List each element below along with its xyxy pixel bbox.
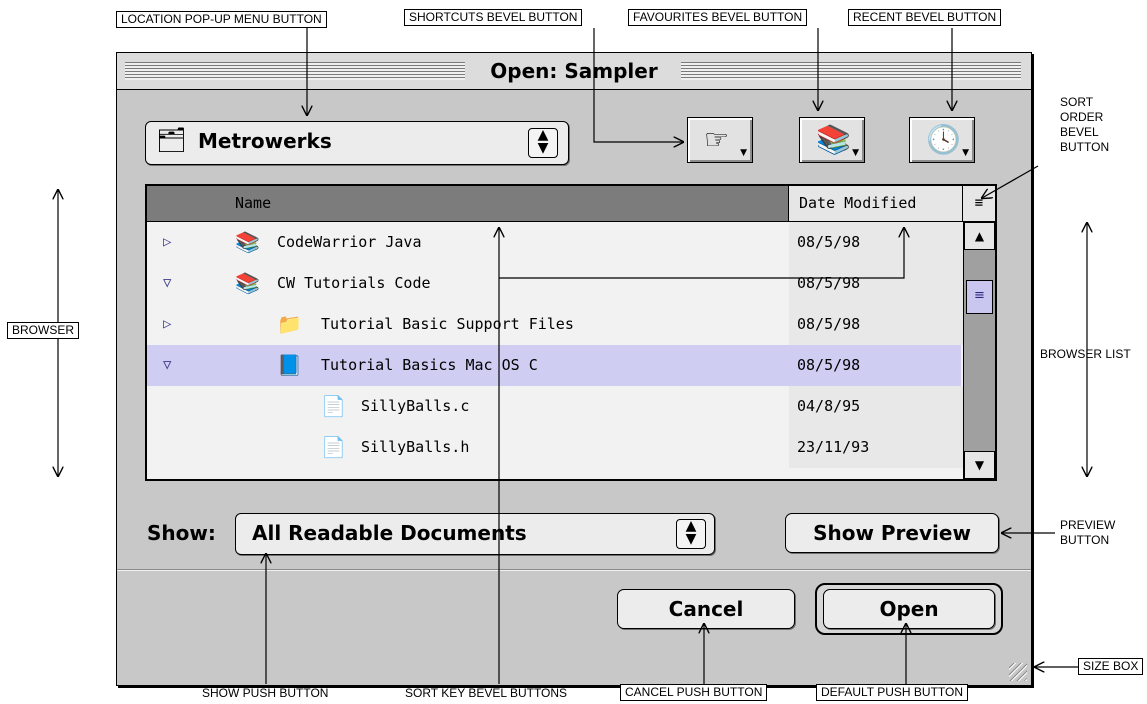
annotation-lines [0, 28, 1147, 684]
label-browser: BROWSER [7, 322, 80, 339]
label-shortcuts: SHORTCUTS BEVEL BUTTON [404, 9, 583, 26]
label-sort-key: SORT KEY BEVEL BUTTONS [405, 686, 568, 700]
label-size-box: SIZE BOX [1078, 658, 1144, 675]
leader-sort-key-date [499, 228, 904, 279]
label-preview-1: PREVIEW [1060, 518, 1116, 532]
label-cancel-push: CANCEL PUSH BUTTON [620, 684, 768, 701]
leader-shortcuts [593, 28, 683, 142]
label-sort-order-1: SORT [1060, 95, 1094, 109]
label-recent: RECENT BEVEL BUTTON [848, 9, 1002, 26]
leader-sort-order [982, 165, 1039, 198]
label-favourites: FAVOURITES BEVEL BUTTON [628, 9, 808, 26]
label-sort-order-2: ORDER [1060, 110, 1104, 124]
label-browser-list: BROWSER LIST [1040, 347, 1131, 361]
label-preview-2: BUTTON [1060, 533, 1110, 547]
label-sort-order-4: BUTTON [1060, 140, 1110, 154]
label-default-push: DEFAULT PUSH BUTTON [816, 684, 969, 701]
label-show-push: SHOW PUSH BUTTON [202, 686, 329, 700]
label-location: LOCATION POP-UP MENU BUTTON [116, 11, 327, 28]
label-sort-order-3: BEVEL [1060, 125, 1099, 139]
